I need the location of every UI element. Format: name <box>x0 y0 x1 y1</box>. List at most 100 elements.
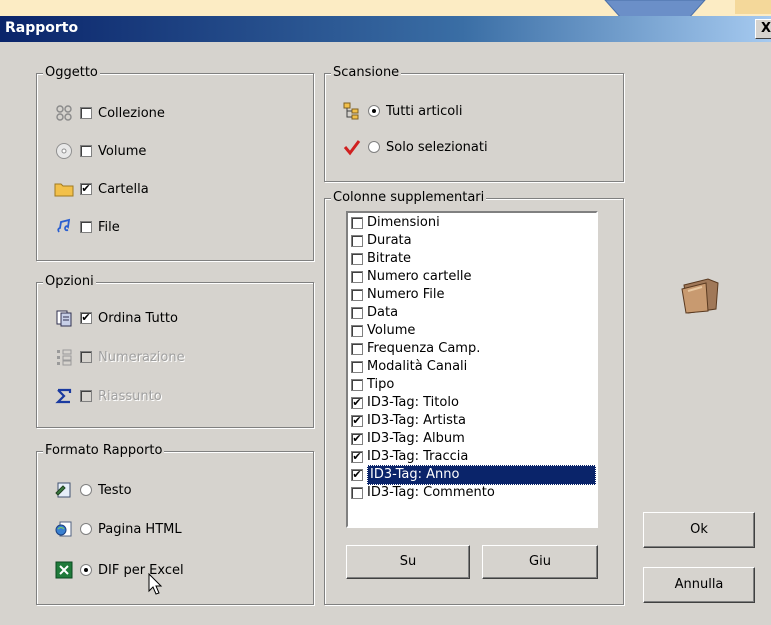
folder-icon <box>54 180 74 198</box>
oggetto-file[interactable]: File <box>54 217 120 237</box>
list-item[interactable]: Dimensioni <box>348 214 596 232</box>
formato-legend: Formato Rapporto <box>43 443 165 458</box>
close-button[interactable]: X <box>755 19 771 39</box>
list-item-checkbox[interactable] <box>351 361 363 373</box>
list-item-label: ID3-Tag: Anno <box>367 465 596 485</box>
list-item[interactable]: ID3-Tag: Commento <box>348 484 596 502</box>
scansione-group: Scansione <box>324 65 624 182</box>
list-item-checkbox[interactable] <box>351 271 363 283</box>
file-checkbox[interactable] <box>80 221 92 233</box>
list-item-checkbox[interactable]: ✔ <box>351 433 363 445</box>
cancel-button[interactable]: Annulla <box>643 567 755 603</box>
opzioni-numerazione: Numerazione <box>54 347 185 367</box>
list-item[interactable]: ✔ ID3-Tag: Artista <box>348 412 596 430</box>
list-item[interactable]: ✔ ID3-Tag: Traccia <box>348 448 596 466</box>
dif-excel-radio[interactable] <box>80 564 92 576</box>
list-item[interactable]: Tipo <box>348 376 596 394</box>
opzioni-riassunto: Riassunto <box>54 386 162 406</box>
list-item-label: Numero cartelle <box>367 269 472 284</box>
list-item-label: Data <box>367 305 399 320</box>
list-item[interactable]: Data <box>348 304 596 322</box>
list-item[interactable]: Numero cartelle <box>348 268 596 286</box>
cartella-checkbox[interactable]: ✔ <box>80 183 92 195</box>
numerazione-label: Numerazione <box>98 349 185 365</box>
list-item-checkbox[interactable] <box>351 379 363 391</box>
numerazione-checkbox <box>80 351 92 363</box>
list-item-label: Numero File <box>367 287 445 302</box>
list-item-checkbox[interactable] <box>351 487 363 499</box>
oggetto-cartella[interactable]: ✔ Cartella <box>54 179 149 199</box>
list-item[interactable]: Durata <box>348 232 596 250</box>
formato-pagina-html[interactable]: Pagina HTML <box>54 519 182 539</box>
formato-dif-excel[interactable]: DIF per Excel <box>54 560 184 580</box>
collection-icon <box>54 104 74 122</box>
list-item-checkbox[interactable] <box>351 343 363 355</box>
scansione-tutti-articoli[interactable]: Tutti articoli <box>342 101 463 121</box>
oggetto-volume[interactable]: Volume <box>54 141 146 161</box>
list-item[interactable]: Frequenza Camp. <box>348 340 596 358</box>
solo-selezionati-radio[interactable] <box>368 141 380 153</box>
move-down-button[interactable]: Giu <box>482 545 598 579</box>
cd-icon <box>54 142 74 160</box>
opzioni-ordina-tutto[interactable]: ✔ Ordina Tutto <box>54 308 178 328</box>
list-item-checkbox[interactable]: ✔ <box>351 415 363 427</box>
riassunto-label: Riassunto <box>98 388 162 404</box>
list-item-label: Dimensioni <box>367 215 440 230</box>
volume-checkbox[interactable] <box>80 145 92 157</box>
oggetto-collezione[interactable]: Collezione <box>54 103 165 123</box>
list-item-checkbox[interactable]: ✔ <box>351 397 363 409</box>
list-item[interactable]: ✔ ID3-Tag: Titolo <box>348 394 596 412</box>
list-item-label: ID3-Tag: Commento <box>367 485 495 500</box>
list-item-label: Volume <box>367 323 416 338</box>
list-item-checkbox[interactable] <box>351 253 363 265</box>
collezione-label: Collezione <box>98 105 165 121</box>
ok-button[interactable]: Ok <box>643 512 755 548</box>
list-item-checkbox[interactable] <box>351 235 363 247</box>
cartella-label: Cartella <box>98 181 149 197</box>
list-item-label: Durata <box>367 233 412 248</box>
scansione-solo-selezionati[interactable]: Solo selezionati <box>342 137 488 157</box>
list-item[interactable]: ✔ ID3-Tag: Album <box>348 430 596 448</box>
excel-icon <box>54 561 74 579</box>
list-item-selected[interactable]: ✔ ID3-Tag: Anno <box>348 465 596 485</box>
list-item-label: Tipo <box>367 377 395 392</box>
list-item[interactable]: Volume <box>348 322 596 340</box>
sort-icon <box>54 309 74 327</box>
ordina-tutto-label: Ordina Tutto <box>98 310 178 326</box>
numbering-icon <box>54 348 74 366</box>
sigma-icon <box>54 387 74 405</box>
list-item-checkbox[interactable] <box>351 325 363 337</box>
text-file-icon <box>54 481 74 499</box>
list-item-label: Frequenza Camp. <box>367 341 481 356</box>
pagina-html-radio[interactable] <box>80 523 92 535</box>
oggetto-legend: Oggetto <box>43 65 100 80</box>
report-folder-icon <box>681 278 719 314</box>
list-item[interactable]: Modalità Canali <box>348 358 596 376</box>
pagina-html-label: Pagina HTML <box>98 521 182 537</box>
list-item[interactable]: Numero File <box>348 286 596 304</box>
list-item-checkbox[interactable] <box>351 217 363 229</box>
title-bar: Rapporto X <box>0 16 771 42</box>
move-up-button[interactable]: Su <box>346 545 470 579</box>
ordina-tutto-checkbox[interactable]: ✔ <box>80 312 92 324</box>
volume-label: Volume <box>98 143 147 159</box>
tree-icon <box>342 102 362 120</box>
list-item-label: ID3-Tag: Titolo <box>367 395 459 410</box>
list-item-checkbox[interactable] <box>351 289 363 301</box>
list-item-checkbox[interactable] <box>351 307 363 319</box>
list-item-label: ID3-Tag: Artista <box>367 413 466 428</box>
tutti-articoli-radio[interactable] <box>368 105 380 117</box>
music-file-icon <box>54 218 74 236</box>
testo-radio[interactable] <box>80 484 92 496</box>
dialog-title: Rapporto <box>5 20 79 36</box>
colonne-legend: Colonne supplementari <box>331 190 487 205</box>
list-item-checkbox[interactable]: ✔ <box>351 451 363 463</box>
formato-testo[interactable]: Testo <box>54 480 132 500</box>
collezione-checkbox[interactable] <box>80 107 92 119</box>
list-item-label: Modalità Canali <box>367 359 468 374</box>
colonne-listbox[interactable]: Dimensioni Durata Bitrate Numero cartell… <box>346 211 598 528</box>
list-item-checkbox[interactable]: ✔ <box>351 469 363 481</box>
list-item[interactable]: Bitrate <box>348 250 596 268</box>
file-label: File <box>98 219 120 235</box>
opzioni-legend: Opzioni <box>43 274 96 289</box>
